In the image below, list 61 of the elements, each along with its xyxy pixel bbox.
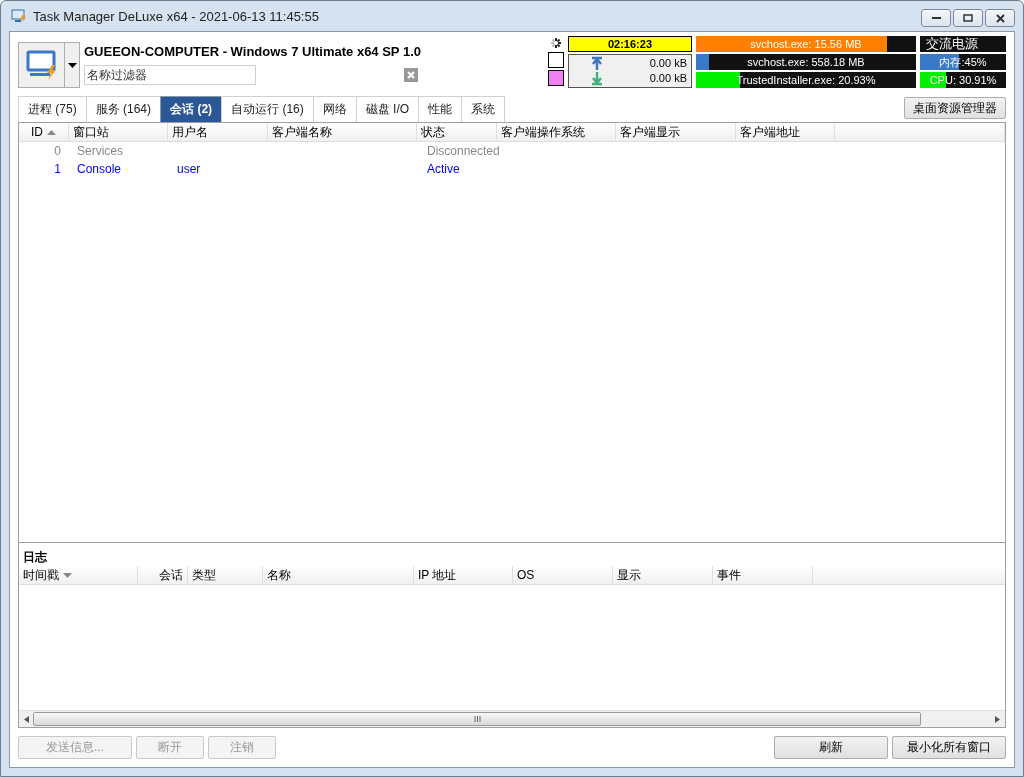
clear-icon [407,71,415,79]
column-header[interactable]: OS [513,566,613,584]
column-header[interactable]: 时间戳 [19,566,138,584]
horizontal-scrollbar[interactable] [19,710,1005,727]
table-cell-text: 0 [53,144,62,158]
desktop-explorer-button[interactable]: 桌面资源管理器 [904,97,1006,119]
tab[interactable]: 自动运行 (16) [221,96,314,122]
scroll-right-icon [995,715,1000,723]
column-header[interactable]: 客户端地址 [735,123,835,141]
table-cell-text: Services [76,144,124,158]
column-header[interactable]: 状态 [417,123,497,141]
table-cell-text: 1 [53,162,62,176]
column-header[interactable]: IP 地址 [414,566,513,584]
column-header[interactable]: ID [19,123,69,141]
computer-name: GUEEON-COMPUTER - Windows 7 Ultimate x64 SP 1.0 [84,44,421,59]
minimize-button[interactable] [921,9,951,27]
filter-field[interactable]: 名称过滤器 [84,65,256,85]
log-title: 日志 [22,549,48,566]
column-header[interactable]: 客户端显示 [616,123,736,141]
table-cell-text: Active [426,162,461,176]
clear-button[interactable] [404,68,418,82]
caret-icon [67,62,77,68]
close-button[interactable] [985,9,1015,27]
column-header[interactable]: 显示 [613,566,713,584]
maximize-icon [963,14,973,22]
column-header[interactable]: 用户名 [168,123,268,141]
spinner-icon [548,36,564,50]
column-header[interactable]: 事件 [713,566,813,584]
table-cell-text: Console [76,162,123,176]
maximize-button[interactable] [953,9,983,27]
meter-label: svchost.exe: 15.56 MB [750,38,862,50]
action-button[interactable]: 最小化所有窗口 [892,736,1006,759]
computer-button[interactable] [18,42,64,88]
column-header[interactable]: 窗口站 [68,123,169,141]
window-title: Task Manager DeLuxe x64 - 2021-06-13 11:45:55 [33,8,319,24]
grip-icon [473,716,481,722]
column-header[interactable]: 客户端操作系统 [496,123,617,141]
action-button[interactable]: 刷新 [774,736,888,759]
scroll-left-icon [24,715,29,723]
meter-label: 交流电源 [926,36,978,52]
tab[interactable]: 会话 (2) [160,96,223,122]
minimize-icon [931,16,941,20]
column-header[interactable]: 会话 [138,566,188,584]
table-cell: user [177,162,201,176]
column-header[interactable]: 名称 [263,566,414,584]
column-header[interactable]: 类型 [188,566,263,584]
download-reading: 0.00 kB [649,71,687,86]
app-icon [11,8,27,24]
column-header[interactable]: 客户端名称 [267,123,418,141]
meter-label: svchost.exe: 558.18 MB [747,56,865,68]
tab[interactable]: 进程 (75) [18,96,87,122]
table-cell-text: Disconnected [426,144,501,158]
close-icon [995,13,1005,23]
tab[interactable]: 系统 [461,96,506,122]
status-square [548,52,564,68]
uptime-display: 02:16:23 [568,36,692,52]
up-down-arrows-icon [589,56,605,86]
upload-reading: 0.00 kB [649,56,687,71]
status-square [548,70,564,86]
scroll-thumb[interactable] [33,712,921,726]
dropdown-button[interactable] [64,42,80,88]
